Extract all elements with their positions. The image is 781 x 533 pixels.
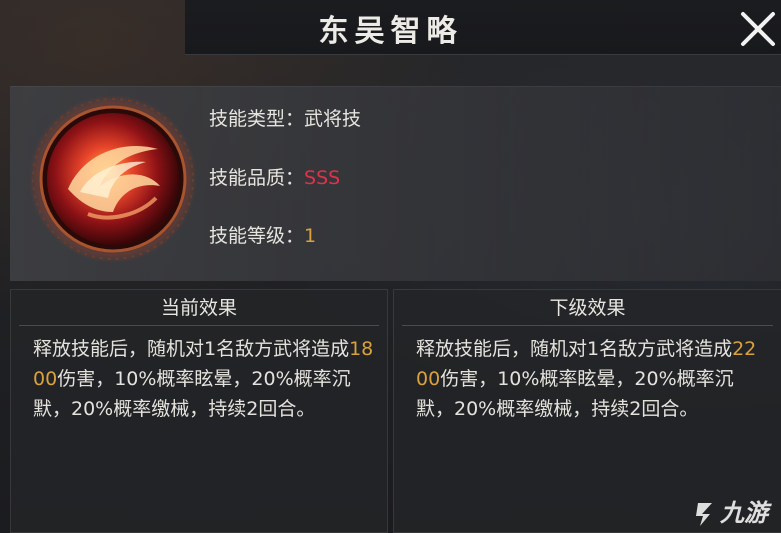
close-icon <box>741 12 775 46</box>
skill-type-row: 技能类型：武将技 <box>209 104 361 131</box>
close-button[interactable] <box>735 6 781 52</box>
skill-type-value: 武将技 <box>304 108 362 130</box>
next-effect-header: 下级效果 <box>402 290 773 326</box>
next-effect-text-before: 释放技能后，随机对1名敌方武将造成 <box>416 338 733 360</box>
skill-type-label: 技能类型： <box>209 108 305 130</box>
skill-level-row: 技能等级：1 <box>209 221 316 248</box>
current-effect-panel: 当前效果 释放技能后，随机对1名敌方武将造成1800伤害，10%概率眩晕，20%… <box>10 289 388 533</box>
jiuyou-logo-icon <box>690 499 720 529</box>
next-effect-text-after: 伤害，10%概率眩晕，20%概率沉默，20%概率缴械，持续2回合。 <box>416 368 734 420</box>
skill-level-label: 技能等级： <box>209 225 305 247</box>
skill-quality-value: SSS <box>304 167 341 189</box>
skill-quality-row: 技能品质：SSS <box>209 163 340 190</box>
current-effect-header: 当前效果 <box>19 290 379 326</box>
page-title: 东吴智略 <box>318 14 463 49</box>
current-effect-text-after: 伤害，10%概率眩晕，20%概率沉默，20%概率缴械，持续2回合。 <box>33 368 351 420</box>
watermark: 九游 <box>690 493 780 531</box>
current-effect-description: 释放技能后，随机对1名敌方武将造成1800伤害，10%概率眩晕，20%概率沉默，… <box>33 334 378 424</box>
skill-quality-label: 技能品质： <box>209 167 305 189</box>
current-effect-text-before: 释放技能后，随机对1名敌方武将造成 <box>33 338 350 360</box>
skill-level-value: 1 <box>304 225 317 247</box>
next-effect-description: 释放技能后，随机对1名敌方武将造成2200伤害，10%概率眩晕，20%概率沉默，… <box>416 334 761 424</box>
watermark-text: 九游 <box>720 499 768 527</box>
fire-orb-icon <box>28 94 198 264</box>
